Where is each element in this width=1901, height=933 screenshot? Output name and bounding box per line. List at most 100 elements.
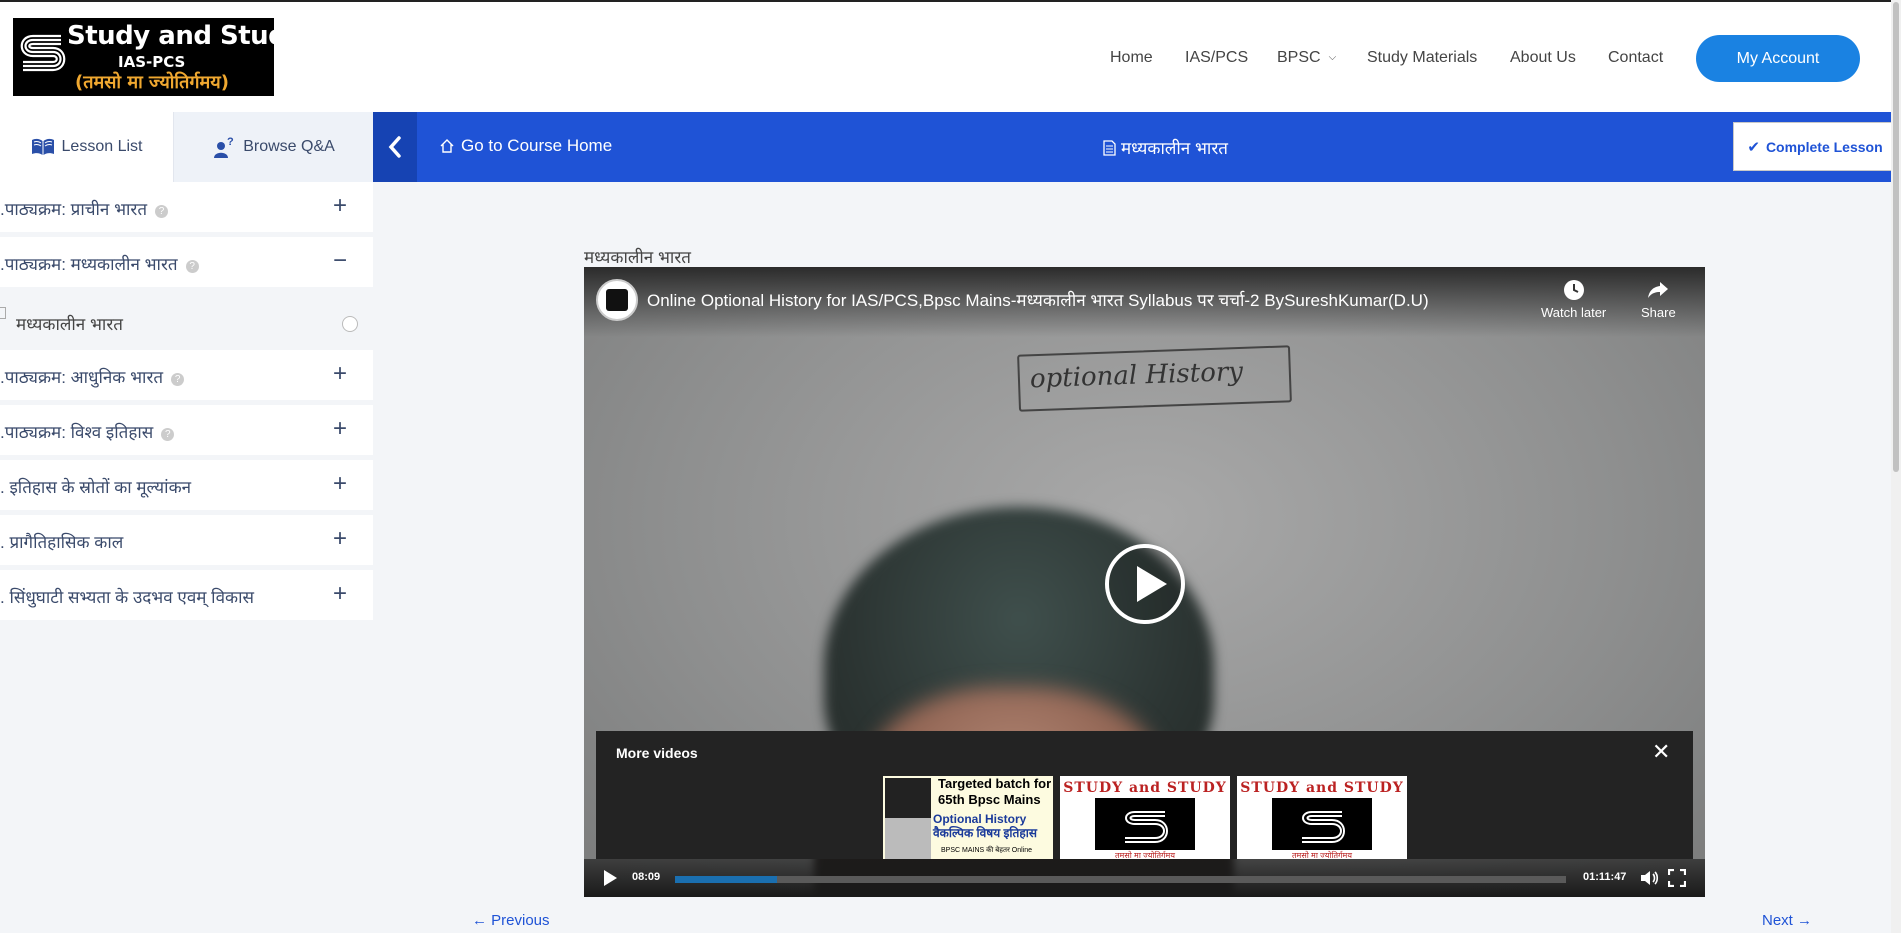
lesson-item-medieval-india[interactable]: मध्यकालीन भारत bbox=[0, 287, 373, 347]
thumbnail-logo bbox=[1272, 798, 1372, 850]
nav-study-materials[interactable]: Study Materials bbox=[1367, 49, 1477, 67]
expand-icon[interactable]: + bbox=[333, 470, 347, 498]
section-title: .पाठ्यक्रम: आधुनिक भारत? bbox=[0, 365, 185, 388]
book-icon bbox=[31, 138, 54, 155]
lesson-bar: Go to Course Home मध्यकालीन भारत ✔ Comple… bbox=[373, 112, 1901, 182]
document-icon bbox=[0, 307, 6, 319]
thumbnail-logo bbox=[1095, 798, 1195, 850]
section-title-text: .पाठ्यक्रम: आधुनिक भारत bbox=[0, 368, 164, 387]
video-controls: 08:09 01:11:47 bbox=[584, 859, 1705, 897]
related-video-thumbnail[interactable]: STUDY and STUDY तमसो मा ज्योतिर्गमय bbox=[1060, 776, 1230, 859]
nav-bpsc-label: BPSC bbox=[1277, 49, 1321, 66]
more-videos-label: More videos bbox=[616, 745, 698, 761]
section-title-text: .पाठ्यक्रम: मध्यकालीन भारत bbox=[0, 255, 178, 274]
section-title: .पाठ्यक्रम: मध्यकालीन भारत? bbox=[0, 252, 199, 275]
logo-swirl-icon bbox=[1302, 811, 1345, 843]
nav-about-us[interactable]: About Us bbox=[1510, 49, 1576, 67]
expand-icon[interactable]: + bbox=[333, 580, 347, 608]
section-modern-india[interactable]: .पाठ्यक्रम: आधुनिक भारत? + bbox=[0, 350, 373, 400]
expand-icon[interactable]: + bbox=[333, 192, 347, 220]
my-account-button[interactable]: My Account bbox=[1696, 35, 1860, 82]
section-title: .पाठ्यक्रम: प्राचीन भारत? bbox=[0, 197, 169, 220]
complete-lesson-button[interactable]: ✔ Complete Lesson bbox=[1733, 122, 1897, 171]
section-prehistoric[interactable]: . प्रागैतिहासिक काल + bbox=[0, 515, 373, 565]
section-title: . प्रागैतिहासिक काल bbox=[0, 533, 124, 552]
help-icon[interactable]: ? bbox=[185, 260, 199, 273]
thumb-line3: Optional History bbox=[933, 812, 1027, 826]
share-icon bbox=[1648, 282, 1669, 298]
tab-lesson-list-label: Lesson List bbox=[61, 138, 143, 155]
chevron-down-icon: ⌵ bbox=[1328, 52, 1337, 63]
logo-motto: (तमसो मा ज्योतिर्गमय) bbox=[75, 72, 229, 93]
section-title-text: .पाठ्यक्रम: प्राचीन भारत bbox=[0, 200, 148, 219]
section-world-history[interactable]: .पाठ्यक्रम: विश्व इतिहास? + bbox=[0, 405, 373, 455]
section-title: .पाठ्यक्रम: विश्व इतिहास? bbox=[0, 420, 175, 443]
clock-icon bbox=[1563, 280, 1584, 300]
thumbnail-photo bbox=[885, 818, 931, 859]
watch-later-button[interactable]: Watch later bbox=[1541, 279, 1606, 320]
related-video-thumbnail[interactable]: STUDY and STUDY तमसो मा ज्योतिर्गमय bbox=[1237, 776, 1407, 859]
section-medieval-india[interactable]: .पाठ्यक्रम: मध्यकालीन भारत? − bbox=[0, 237, 373, 287]
progress-fill bbox=[675, 876, 777, 883]
section-title-text: .पाठ्यक्रम: विश्व इतिहास bbox=[0, 423, 154, 442]
thumbnail-caption: तमसो मा ज्योतिर्गमय bbox=[1115, 851, 1175, 859]
go-to-course-home-link[interactable]: Go to Course Home bbox=[439, 136, 612, 156]
volume-icon[interactable] bbox=[1639, 869, 1659, 887]
play-icon[interactable] bbox=[1105, 544, 1185, 624]
current-time: 08:09 bbox=[632, 871, 661, 883]
channel-logo bbox=[606, 289, 628, 311]
video-title[interactable]: Online Optional History for IAS/PCS,Bpsc… bbox=[647, 288, 1429, 311]
lesson-status-circle bbox=[342, 316, 358, 332]
question-person-icon: ? bbox=[214, 136, 234, 158]
related-video-thumbnail[interactable]: Targeted batch for 65th Bpsc Mains Option… bbox=[883, 776, 1053, 859]
share-button[interactable]: Share bbox=[1641, 279, 1676, 320]
thumbnail-logo bbox=[885, 778, 931, 818]
content-title: मध्यकालीन भारत bbox=[584, 248, 691, 267]
tab-browse-qa-label: Browse Q&A bbox=[243, 138, 335, 155]
help-icon[interactable]: ? bbox=[161, 428, 175, 441]
site-logo[interactable]: Study and Study IAS-PCS (तमसो मा ज्योतिर… bbox=[13, 18, 303, 96]
section-history-sources[interactable]: . इतिहास के स्रोतों का मूल्यांकन + bbox=[0, 460, 373, 510]
nav-home[interactable]: Home bbox=[1110, 49, 1153, 67]
collapse-sidebar-button[interactable] bbox=[373, 112, 417, 182]
thumb-line2: 65th Bpsc Mains bbox=[938, 792, 1041, 807]
help-icon[interactable]: ? bbox=[171, 373, 185, 386]
channel-avatar[interactable] bbox=[596, 279, 638, 321]
logo-swirl-icon bbox=[1125, 811, 1168, 843]
site-header: Study and Study IAS-PCS (तमसो मा ज्योतिर… bbox=[0, 2, 1901, 112]
fullscreen-icon[interactable] bbox=[1668, 869, 1686, 887]
nav-bpsc[interactable]: BPSC ⌵ bbox=[1277, 49, 1336, 67]
thumbnail-heading: STUDY and STUDY bbox=[1240, 780, 1404, 796]
next-link[interactable]: Next → bbox=[1762, 912, 1812, 929]
tab-lesson-list[interactable]: Lesson List bbox=[0, 112, 173, 182]
lesson-title-text: मध्यकालीन भारत bbox=[1121, 139, 1228, 158]
section-title: . सिंधुघाटी सभ्यता के उदभव एवम् विकास bbox=[0, 588, 254, 607]
expand-icon[interactable]: + bbox=[333, 360, 347, 388]
nav-contact[interactable]: Contact bbox=[1608, 49, 1663, 67]
nav-ias-pcs[interactable]: IAS/PCS bbox=[1185, 49, 1248, 67]
logo-swirl-icon bbox=[20, 34, 66, 72]
scrollbar-thumb[interactable] bbox=[1893, 2, 1899, 472]
play-button[interactable] bbox=[604, 870, 617, 886]
help-icon[interactable]: ? bbox=[155, 205, 169, 218]
section-indus-valley[interactable]: . सिंधुघाटी सभ्यता के उदभव एवम् विकास + bbox=[0, 570, 373, 620]
home-icon bbox=[440, 139, 454, 153]
thumbnail-heading: STUDY and STUDY bbox=[1063, 780, 1227, 796]
tab-browse-qa[interactable]: ? Browse Q&A bbox=[173, 112, 373, 182]
page-scrollbar[interactable] bbox=[1891, 0, 1901, 933]
share-label: Share bbox=[1641, 305, 1676, 320]
course-home-label: Go to Course Home bbox=[461, 136, 613, 155]
play-triangle bbox=[1137, 566, 1167, 602]
video-player[interactable]: optional History Online Optional History… bbox=[584, 267, 1705, 897]
sidebar-tabs: Lesson List ? Browse Q&A bbox=[0, 112, 373, 182]
thumbnail-subheading: Optional History वैकल्पिक विषय इतिहास bbox=[933, 812, 1037, 840]
logo-title: Study and Study bbox=[67, 21, 303, 51]
section-ancient-india[interactable]: .पाठ्यक्रम: प्राचीन भारत? + bbox=[0, 182, 373, 232]
collapse-icon[interactable]: − bbox=[333, 247, 347, 275]
previous-link[interactable]: ← Previous bbox=[472, 912, 550, 929]
progress-bar[interactable] bbox=[675, 876, 1566, 883]
expand-icon[interactable]: + bbox=[333, 525, 347, 553]
thumb-line1: Targeted batch for bbox=[938, 776, 1052, 791]
expand-icon[interactable]: + bbox=[333, 415, 347, 443]
close-icon[interactable]: ✕ bbox=[1652, 739, 1670, 765]
